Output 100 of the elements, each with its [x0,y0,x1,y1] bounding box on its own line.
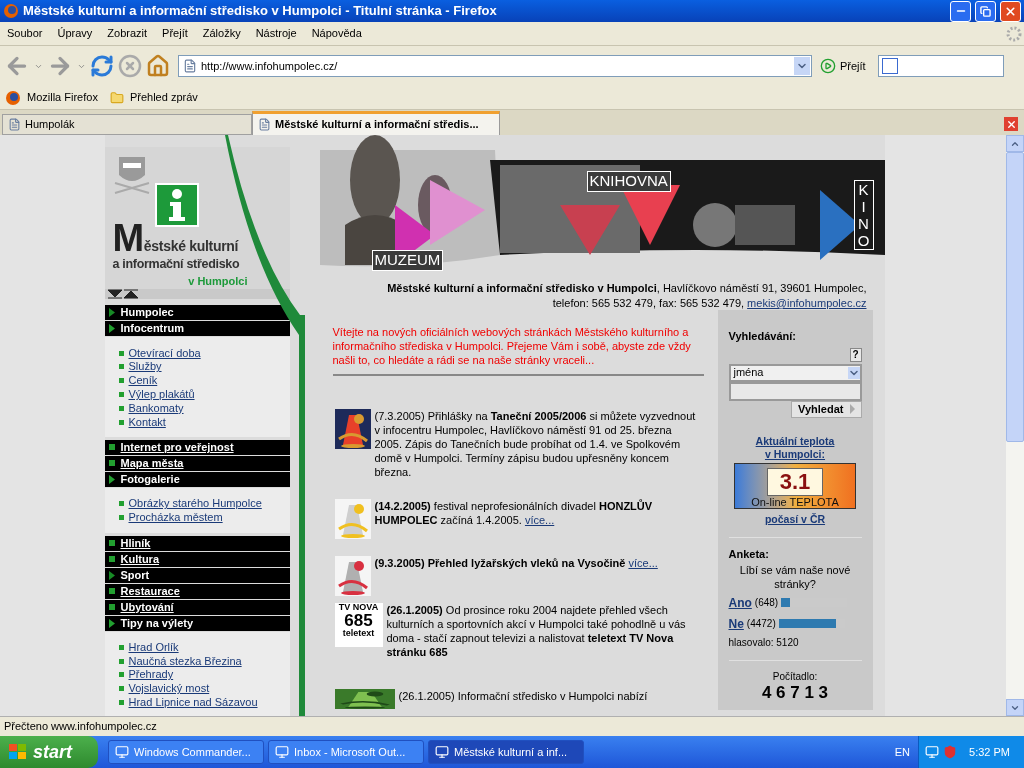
submenu-link[interactable]: Výlep plakátů [128,388,195,400]
submenu-link[interactable]: Obrázky starého Humpolce [128,498,262,510]
network-icon[interactable] [925,745,940,759]
submenu-link[interactable]: Procházka městem [128,512,223,524]
submenu-link[interactable]: Přehrady [128,669,174,681]
square-icon [108,604,115,610]
more-link[interactable]: více... [628,557,658,569]
nav-item[interactable]: Fotogalerie [104,471,290,487]
submenu-link[interactable]: Ceník [128,375,158,387]
minimize-button[interactable] [950,0,971,22]
collapse-icon[interactable] [107,289,122,300]
banner-label[interactable]: MUZEUM [371,250,444,271]
bookmark-item[interactable]: Mozilla Firefox [27,89,98,106]
submenu-link[interactable]: Bankomaty [128,402,184,414]
temperature-widget[interactable]: 3.1 On-line TEPLOTA [734,462,856,509]
scroll-up-button[interactable] [1006,135,1024,152]
taskbar-button[interactable]: Windows Commander... [108,740,264,764]
close-tab-button[interactable] [1004,117,1018,131]
search-field[interactable] [877,55,1004,77]
poll-option[interactable]: Ne [728,614,744,633]
expand-icon[interactable] [123,289,138,300]
nav-item[interactable]: Tipy na výlety [104,615,290,631]
app-icon [435,745,449,759]
submenu-link[interactable]: Vojslavický most [128,683,210,695]
nav-item[interactable]: Humpolec [104,305,290,321]
square-icon [118,700,124,706]
menu-item[interactable]: Soubor [2,25,48,42]
tab[interactable]: Městské kulturní a informační středis... [252,111,500,135]
scrollbar[interactable] [1006,135,1024,716]
square-icon [118,686,124,692]
square-icon [118,391,124,397]
logo-text: teletext [342,629,375,638]
dropdown-button[interactable] [794,57,810,75]
menu-item[interactable]: Nástroje [250,25,302,42]
shield-icon[interactable] [943,745,958,759]
search-input[interactable] [728,381,862,401]
go-icon[interactable] [820,58,836,74]
nav-item[interactable]: Kultura [104,551,290,567]
nav-item[interactable]: Sport [104,567,290,583]
arrow-icon [849,404,855,414]
temperature-value: 3.1 [767,467,823,496]
submenu-link[interactable]: Hrad Orlík [128,641,179,653]
submenu-link[interactable]: Otevírací doba [128,347,201,359]
logo-text: 685 [344,612,373,629]
menu-item[interactable]: Přejít [157,25,193,42]
search-select[interactable]: jména [728,363,862,382]
weather-link[interactable]: Aktuální teplota v Humpolci: [755,434,835,461]
menu-item[interactable]: Úpravy [52,25,98,42]
dropdown-icon [847,366,860,379]
banner-label[interactable]: KNIHOVNA [586,171,671,192]
help-button[interactable]: ? [849,347,862,362]
welcome-text: Vítejte na nových oficiálních webových stránkách Městského kulturního a informačního střediska v Humpolci. Přejeme Vám i sobě, abyste zde vždy našli to, co hledáte a rádi se na naše stránky vraceli... [332,325,692,367]
menu-item[interactable]: Záložky [197,25,246,42]
more-link[interactable]: více... [524,514,555,526]
square-icon [108,460,115,467]
info-icon [154,183,199,227]
home-icon[interactable] [146,54,170,78]
scroll-down-button[interactable] [1006,699,1024,716]
reload-icon[interactable] [90,54,114,78]
square-icon [118,658,124,664]
window-title: Městské kulturní a informační středisko v Humpolci - Titulní stránka - Firefox [23,2,498,21]
nav-item[interactable]: Internet pro veřejnost [104,439,290,455]
logo-text: v Humpolci [188,273,248,289]
nav-item[interactable]: Mapa města [104,455,290,471]
firefox-icon [5,89,21,106]
throbber-icon [1006,25,1022,42]
submenu-link[interactable]: Hrad Lipnice nad Sázavou [128,697,258,709]
nav-item[interactable]: Hliník [104,535,290,551]
page-icon [258,118,271,131]
square-icon [108,556,115,562]
vote-total: hlasovalo: 5120 [728,635,800,650]
banner-label[interactable]: KINO [853,180,874,250]
news-text: (26.1.2005) Od prosince roku 2004 najdete přehled všech kulturních a sportovních akcí v Humpolci také pohodlně u vás doma - stačí zapnout televizi a nalistovat teletext TV Nova stránku 685 [386,603,687,659]
google-icon [881,58,898,74]
nav-item[interactable]: Restaurace [104,583,290,599]
nav-item[interactable]: Infocentrum [104,321,290,337]
go-button[interactable]: Přejít [840,57,866,75]
menu-item[interactable]: Nápověda [306,25,367,42]
logo-text: a informační středisko [112,257,241,273]
taskbar-button[interactable]: Inbox - Microsoft Out... [268,740,424,764]
scroll-thumb[interactable] [1006,152,1024,442]
page-icon [183,59,197,73]
status-text: Přečteno www.infohumpolec.cz [4,719,157,735]
poll-option[interactable]: Ano [728,593,752,612]
submenu-link[interactable]: Kontakt [128,416,166,428]
stop-icon[interactable] [118,54,142,78]
email-link[interactable]: mekis@infohumpolec.cz [747,296,867,311]
nav-item[interactable]: Ubytování [104,599,290,615]
submenu-link[interactable]: Služby [128,361,162,373]
news-text: (26.1.2005) Informační středisko v Humpolci nabízí [398,689,649,703]
bookmark-item[interactable]: Přehled zpráv [129,89,198,106]
close-button[interactable] [1000,0,1021,22]
restore-button[interactable] [975,0,996,22]
menu-item[interactable]: Zobrazit [102,25,153,42]
tab[interactable]: Humpolák [2,114,252,135]
weather-link[interactable]: počasí v ČR [764,511,826,528]
counter-label: Počítadlo: [772,669,818,684]
url-field[interactable]: http://www.infohumpolec.cz/ [178,55,812,77]
submenu-link[interactable]: Naučná stezka Březina [128,655,242,667]
taskbar-button[interactable]: Městské kulturní a inf... [428,740,584,764]
